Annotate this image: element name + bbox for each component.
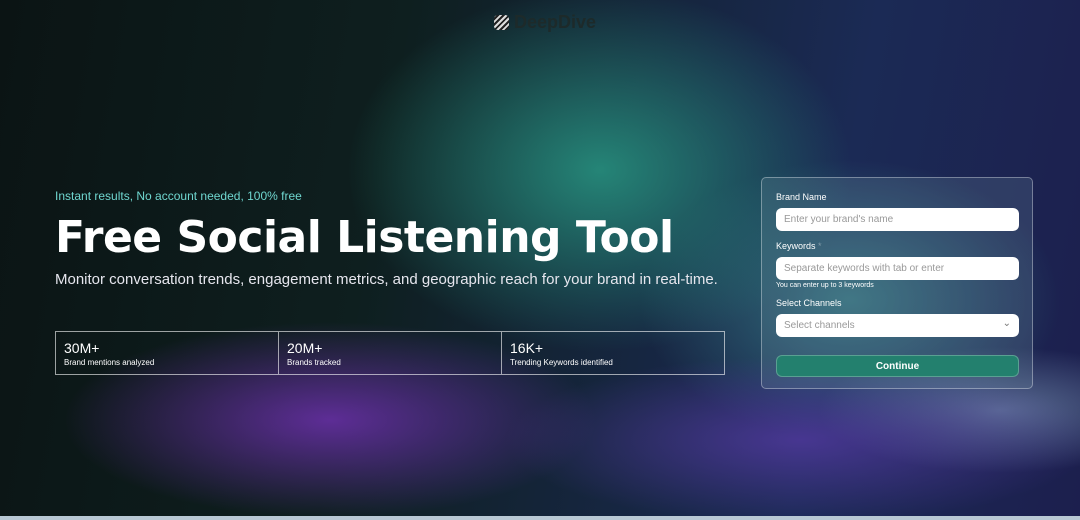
stat-label: Brand mentions analyzed [64,358,155,367]
chevron-down-icon: ⌄ [1002,318,1011,329]
keywords-label: Keywords * [776,241,1018,251]
horizontal-scrollbar[interactable] [0,516,1080,520]
required-mark: * [818,241,822,251]
keywords-hint: You can enter up to 3 keywords [776,282,874,289]
stat-value: 30M+ [64,340,100,356]
stat-brands: 20M+ Brands tracked [279,332,502,374]
stat-label: Brands tracked [287,358,341,367]
logo[interactable]: DeepDive [494,12,596,33]
brand-name-input[interactable]: Enter your brand's name [776,208,1019,231]
subtitle: Monitor conversation trends, engagement … [55,271,718,288]
stat-value: 20M+ [287,340,323,356]
channels-placeholder: Select channels [784,320,855,331]
brand-form: Brand Name Enter your brand's name Keywo… [761,177,1033,389]
stat-label: Trending Keywords identified [510,358,613,367]
keywords-label-text: Keywords [776,241,816,251]
brand-name-label: Brand Name [776,192,827,202]
stat-mentions: 30M+ Brand mentions analyzed [56,332,279,374]
channels-select[interactable]: Select channels ⌄ [776,314,1019,337]
page-title: Free Social Listening Tool [55,212,674,263]
tagline: Instant results, No account needed, 100%… [55,189,302,203]
stats-bar: 30M+ Brand mentions analyzed 20M+ Brands t… [55,331,725,375]
stat-keywords: 16K+ Trending Keywords identified [502,332,724,374]
logo-text: DeepDive [514,12,597,32]
stat-value: 16K+ [510,340,544,356]
continue-button[interactable]: Continue [776,355,1019,377]
keywords-input[interactable]: Separate keywords with tab or enter [776,257,1019,280]
logo-icon [494,15,509,30]
channels-label: Select Channels [776,298,842,308]
